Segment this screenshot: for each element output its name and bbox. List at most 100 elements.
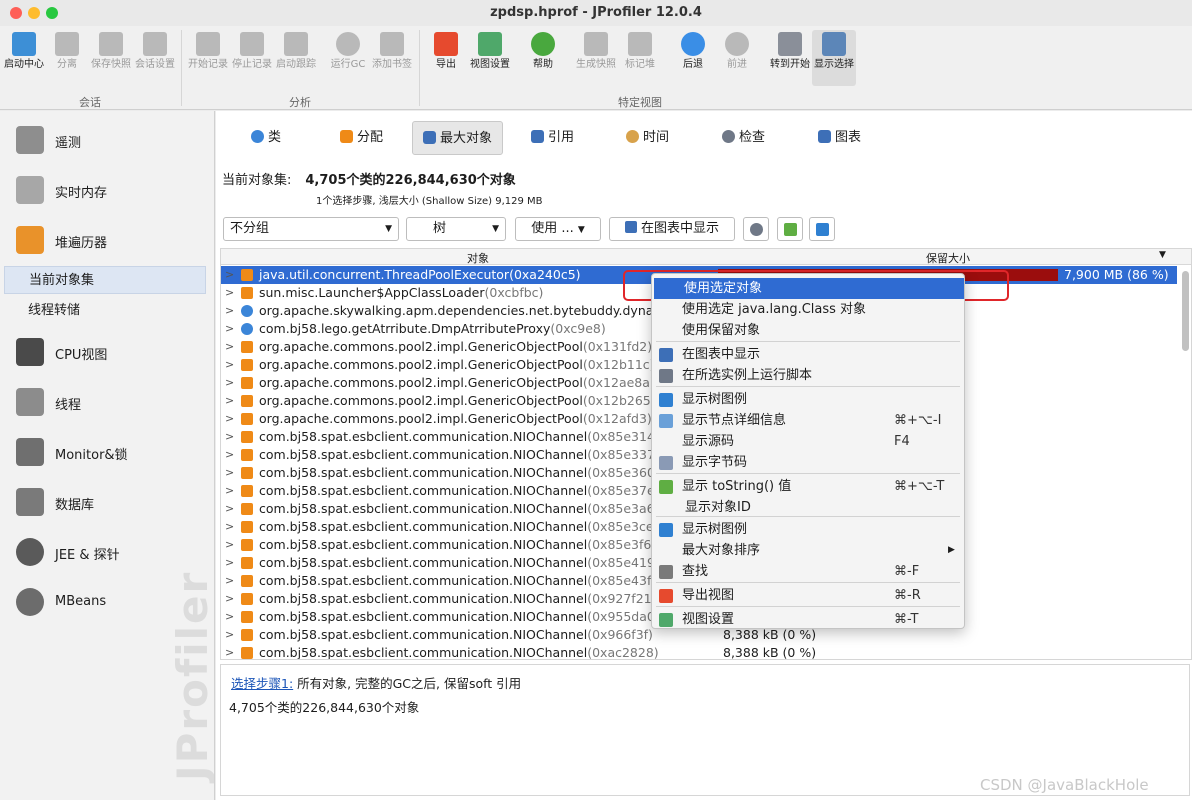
menu-item[interactable]: 显示树图例 <box>652 389 964 410</box>
menu-item[interactable]: 使用保留对象 <box>652 320 964 341</box>
chevron-right-icon[interactable]: > <box>225 410 234 428</box>
chevron-right-icon[interactable]: > <box>225 482 234 500</box>
menu-item[interactable]: 使用选定 java.lang.Class 对象 <box>652 299 964 320</box>
menu-item[interactable]: 导出视图 ⌘-R <box>652 585 964 606</box>
table-row[interactable]: > com.bj58.spat.esbclient.communication.N… <box>221 644 1177 659</box>
chevron-right-icon[interactable]: > <box>225 644 234 659</box>
menu-item[interactable]: 在图表中显示 <box>652 344 964 365</box>
chevron-right-icon[interactable]: > <box>225 302 234 320</box>
object-class: com.bj58.spat.esbclient.communication.NI… <box>259 609 588 624</box>
export-button[interactable]: 导出 <box>424 32 468 71</box>
sidebar-item-cpu[interactable]: CPU视图 <box>0 328 214 376</box>
add-bookmark-button[interactable]: 添加书签 <box>370 32 414 71</box>
chevron-right-icon[interactable]: > <box>225 374 234 392</box>
tab-inspections[interactable]: 检查 <box>712 121 775 155</box>
sidebar-item-monitors-locks[interactable]: Monitor&锁 <box>0 428 214 476</box>
detach-button[interactable]: 分离 <box>45 32 89 71</box>
run-gc-button[interactable]: 运行GC <box>326 32 370 71</box>
tab-time[interactable]: 时间 <box>616 121 679 155</box>
menu-item[interactable]: 显示对象ID <box>652 497 964 518</box>
help-button[interactable]: 帮助 <box>521 32 565 71</box>
tab-biggest-objects[interactable]: 最大对象 <box>412 121 504 155</box>
chevron-right-icon[interactable]: > <box>225 536 234 554</box>
export-tree-button[interactable] <box>777 217 803 241</box>
tab-graph[interactable]: 图表 <box>808 121 871 155</box>
chevron-right-icon[interactable]: > <box>225 590 234 608</box>
menu-item[interactable]: 查找 ⌘-F <box>652 561 964 582</box>
menu-item[interactable]: 最大对象排序 ▶ <box>652 540 964 561</box>
sidebar-item-telemetry[interactable]: 遥测 <box>0 116 214 164</box>
context-menu: 使用选定对象 使用选定 java.lang.Class 对象 使用保留对象 在图表中显… <box>651 273 965 629</box>
menu-item[interactable]: 使用选定对象 <box>654 278 964 299</box>
stop-recording-button[interactable]: 停止记录 <box>230 32 274 71</box>
chevron-right-icon[interactable]: > <box>225 518 234 536</box>
snapshot-button[interactable]: 生成快照 <box>574 32 618 71</box>
grouping-select[interactable]: 不分组 ▼ <box>223 217 399 241</box>
sidebar-item-jee-probes[interactable]: JEE & 探针 <box>0 528 214 576</box>
object-class: com.bj58.spat.esbclient.communication.NI… <box>259 501 588 516</box>
sidebar-subitem-thread-dump[interactable]: 线程转储 <box>4 297 206 325</box>
save-snapshot-button[interactable]: 保存快照 <box>89 32 133 71</box>
chevron-right-icon[interactable]: > <box>225 446 234 464</box>
forward-button[interactable]: 前进 <box>715 32 759 71</box>
menu-item[interactable]: 视图设置 ⌘-T <box>652 609 964 630</box>
settings-button[interactable] <box>743 217 769 241</box>
chevron-right-icon[interactable]: > <box>225 428 234 446</box>
chevron-right-icon[interactable]: > <box>225 626 234 644</box>
tab-allocations[interactable]: 分配 <box>330 121 393 155</box>
chevron-right-icon[interactable]: > <box>225 356 234 374</box>
home-label: 转到开始 <box>770 59 810 70</box>
use-button[interactable]: 使用 ... ▼ <box>515 217 601 241</box>
start-recording-button[interactable]: 开始记录 <box>186 32 230 71</box>
snapshot-icon <box>584 32 608 56</box>
view-mode-select[interactable]: 树 ▼ <box>406 217 506 241</box>
menu-item[interactable]: 显示 toString() 值 ⌘+⌥-T <box>652 476 964 497</box>
sidebar-item-heap-walker[interactable]: 堆遍历器 <box>0 216 214 264</box>
tab-classes[interactable]: 类 <box>241 121 291 155</box>
chevron-right-icon[interactable]: > <box>225 500 234 518</box>
menu-item[interactable]: 显示节点详细信息 ⌘+⌥-I <box>652 410 964 431</box>
back-button[interactable]: 后退 <box>671 32 715 71</box>
sort-chevron-icon[interactable]: ▼ <box>1159 250 1166 260</box>
menu-item-shortcut: ⌘+⌥-T <box>894 479 945 494</box>
home-button[interactable]: 转到开始 <box>768 32 812 71</box>
show-in-graph-button[interactable]: 在图表中显示 <box>609 217 735 241</box>
column-header-object[interactable]: 对象 <box>467 250 489 266</box>
selection-step-link[interactable]: 选择步骤1: <box>231 676 293 691</box>
group-analysis-label: 分析 <box>289 96 311 109</box>
chevron-right-icon[interactable]: > <box>225 266 234 284</box>
object-name: java.util.concurrent.ThreadPoolExecutor(… <box>259 266 581 284</box>
sidebar-subitem-current-object-set[interactable]: 当前对象集 <box>4 266 206 294</box>
sidebar-item-live-memory[interactable]: 实时内存 <box>0 166 214 214</box>
chevron-right-icon[interactable]: > <box>225 572 234 590</box>
chevron-right-icon[interactable]: > <box>225 392 234 410</box>
menu-item[interactable]: 显示树图例 <box>652 519 964 540</box>
menu-item-label: 显示节点详细信息 <box>682 413 787 428</box>
column-header-retained-size[interactable]: 保留大小 <box>926 250 970 266</box>
chevron-right-icon[interactable]: > <box>225 320 234 338</box>
chevron-right-icon[interactable]: > <box>225 338 234 356</box>
menu-item[interactable]: 显示字节码 <box>652 452 964 473</box>
tostring-icon <box>659 480 673 494</box>
tree-legend-button[interactable] <box>809 217 835 241</box>
chevron-right-icon[interactable]: > <box>225 608 234 626</box>
start-tracking-button[interactable]: 启动跟踪 <box>274 32 318 71</box>
launch-center-button[interactable]: 启动中心 <box>2 32 46 71</box>
mark-heap-button[interactable]: 标记堆 <box>618 32 662 71</box>
chevron-right-icon[interactable]: > <box>225 554 234 572</box>
view-settings-button[interactable]: 视图设置 <box>468 32 512 71</box>
zoom-window-button[interactable] <box>46 7 58 19</box>
menu-item[interactable]: 在所选实例上运行脚本 <box>652 365 964 386</box>
session-settings-button[interactable]: 会话设置 <box>133 32 177 71</box>
vertical-scrollbar[interactable] <box>1182 271 1189 351</box>
sidebar-item-database[interactable]: 数据库 <box>0 478 214 526</box>
close-window-button[interactable] <box>10 7 22 19</box>
chevron-right-icon[interactable]: > <box>225 284 234 302</box>
object-id: (0x12b11c) <box>582 357 655 372</box>
sidebar-item-threads[interactable]: 线程 <box>0 378 214 426</box>
minimize-window-button[interactable] <box>28 7 40 19</box>
chevron-right-icon[interactable]: > <box>225 464 234 482</box>
tab-references[interactable]: 引用 <box>521 121 584 155</box>
menu-item[interactable]: 显示源码 F4 <box>652 431 964 452</box>
show-selection-button[interactable]: 显示选择 <box>812 30 856 86</box>
